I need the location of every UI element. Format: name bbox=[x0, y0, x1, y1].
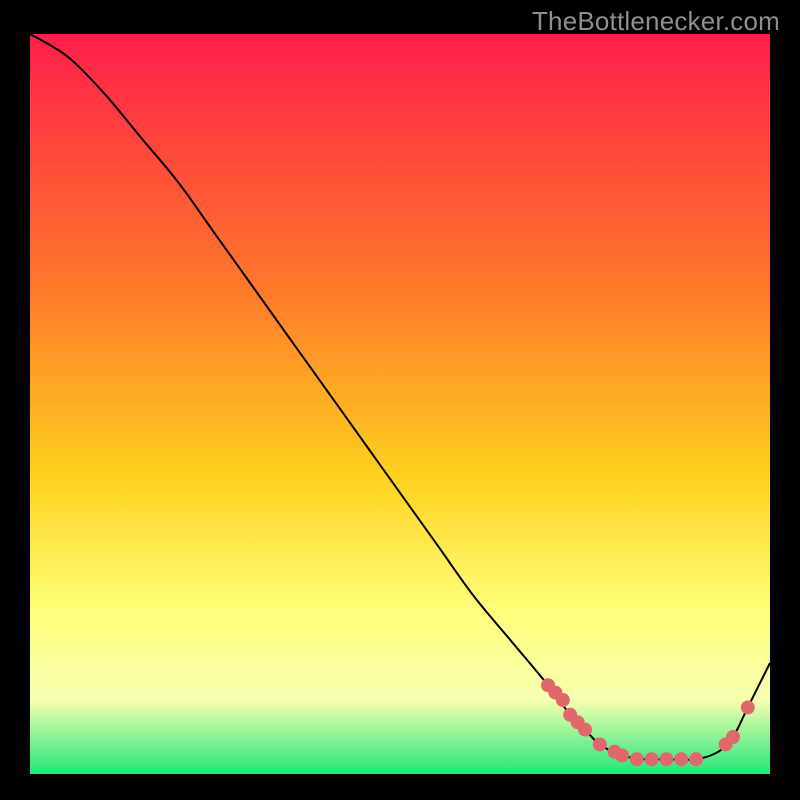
data-marker bbox=[741, 700, 755, 714]
data-marker bbox=[556, 693, 570, 707]
data-marker bbox=[726, 730, 740, 744]
data-marker bbox=[630, 752, 644, 766]
attribution-label: TheBottlenecker.com bbox=[532, 6, 780, 37]
data-marker bbox=[615, 749, 629, 763]
data-marker bbox=[659, 752, 673, 766]
data-marker bbox=[674, 752, 688, 766]
data-marker bbox=[578, 723, 592, 737]
data-marker bbox=[645, 752, 659, 766]
chart-frame: TheBottlenecker.com bbox=[0, 0, 800, 800]
data-marker bbox=[593, 737, 607, 751]
data-marker bbox=[689, 752, 703, 766]
bottleneck-chart bbox=[30, 34, 770, 774]
gradient-background bbox=[30, 34, 770, 774]
